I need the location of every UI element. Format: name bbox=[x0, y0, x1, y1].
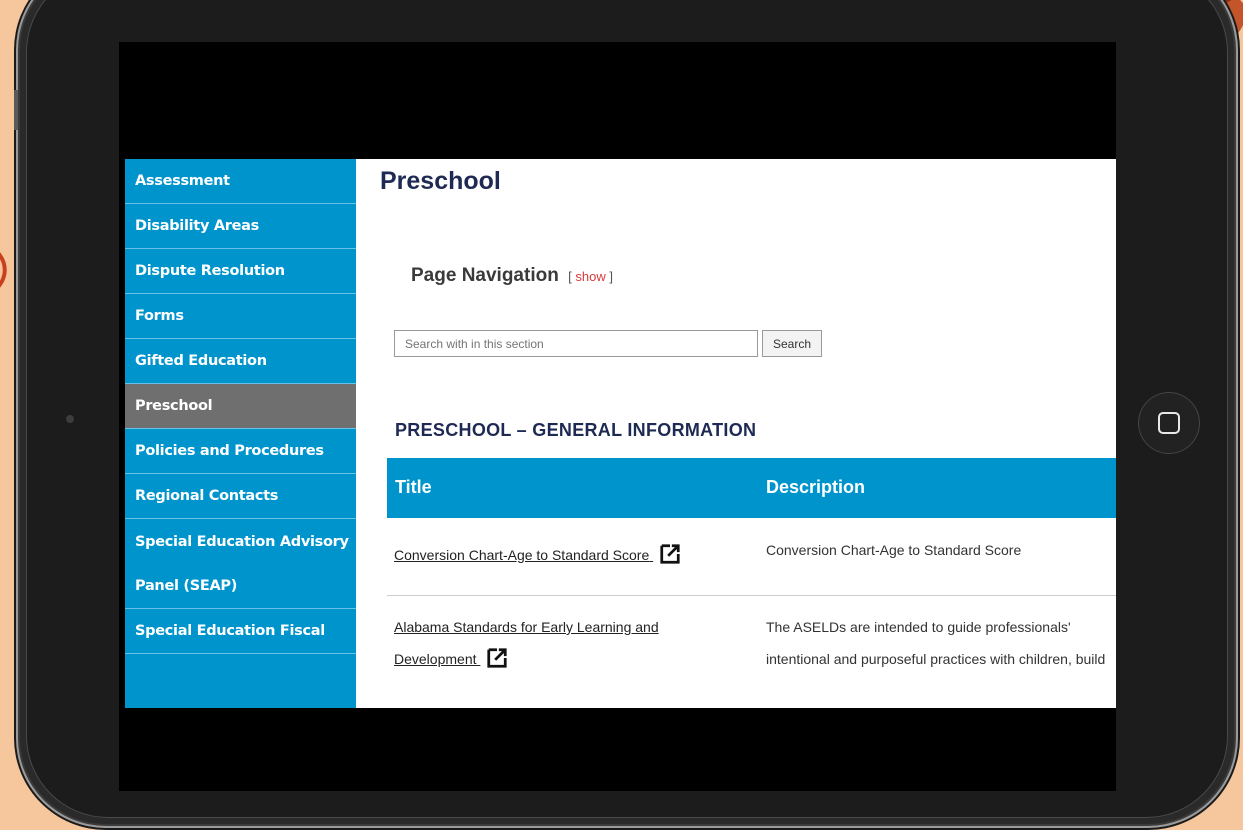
page-navigation-toggle-wrapper: [ show ] bbox=[568, 269, 613, 284]
resource-link-conversion-chart[interactable]: Conversion Chart-Age to Standard Score bbox=[394, 539, 681, 571]
home-square-icon bbox=[1158, 412, 1180, 434]
sidebar-item-special-education-fiscal[interactable]: Special Education Fiscal bbox=[125, 609, 356, 654]
table-row: Conversion Chart-Age to Standard Score C… bbox=[387, 518, 1116, 596]
sidebar-nav: Assessment Disability Areas Dispute Reso… bbox=[125, 159, 356, 708]
search-button[interactable]: Search bbox=[762, 330, 822, 357]
page-navigation: Page Navigation [ show ] bbox=[411, 265, 613, 287]
sidebar-item-gifted-education[interactable]: Gifted Education bbox=[125, 339, 356, 384]
sidebar-item-assessment[interactable]: Assessment bbox=[125, 159, 356, 204]
main-content: Preschool Page Navigation [ show ] Searc… bbox=[356, 159, 1116, 708]
section-search-input[interactable] bbox=[394, 330, 758, 357]
resource-link-text-line1: Alabama Standards for Early Learning and bbox=[394, 619, 659, 635]
tablet-screen: Assessment Disability Areas Dispute Reso… bbox=[119, 42, 1116, 791]
page-navigation-label: Page Navigation bbox=[411, 265, 559, 286]
page-navigation-show-link[interactable]: show bbox=[575, 269, 605, 284]
resource-link-text: Conversion Chart-Age to Standard Score bbox=[394, 547, 650, 563]
bracket-open: [ bbox=[568, 269, 572, 284]
sidebar-item-regional-contacts[interactable]: Regional Contacts bbox=[125, 474, 356, 519]
resource-link-text-line2: Development bbox=[394, 651, 477, 667]
sidebar-item-seap-line1[interactable]: Special Education Advisory bbox=[125, 519, 356, 564]
sidebar-item-dispute-resolution[interactable]: Dispute Resolution bbox=[125, 249, 356, 294]
external-link-icon bbox=[660, 544, 680, 564]
page-title: Preschool bbox=[380, 167, 501, 195]
sidebar-item-preschool[interactable]: Preschool bbox=[125, 384, 356, 429]
volume-button bbox=[14, 90, 18, 130]
camera-lens bbox=[66, 415, 74, 423]
leaf-edge-decoration bbox=[0, 252, 7, 288]
resource-description-line2: intentional and purposeful practices wit… bbox=[766, 651, 1106, 667]
sidebar-item-policies-and-procedures[interactable]: Policies and Procedures bbox=[125, 429, 356, 474]
resource-description-line1: The ASELDs are intended to guide profess… bbox=[766, 619, 1071, 635]
table-row: Alabama Standards for Early Learning and… bbox=[387, 596, 1116, 676]
sidebar-item-forms[interactable]: Forms bbox=[125, 294, 356, 339]
bracket-close: ] bbox=[609, 269, 613, 284]
column-header-title: Title bbox=[395, 477, 432, 497]
resource-description: Conversion Chart-Age to Standard Score bbox=[766, 542, 1022, 558]
sidebar-item-seap-line2[interactable]: Panel (SEAP) bbox=[125, 564, 356, 609]
section-heading: PRESCHOOL – GENERAL INFORMATION bbox=[395, 420, 757, 440]
table-header: Title Description bbox=[387, 458, 1116, 518]
resource-link-alabama-standards[interactable]: Alabama Standards for Early Learning and bbox=[394, 611, 659, 643]
external-link-icon bbox=[487, 648, 508, 668]
web-page: Assessment Disability Areas Dispute Reso… bbox=[125, 159, 1116, 708]
resource-table: Title Description Conversion Chart-Age t… bbox=[387, 458, 1116, 676]
column-header-description: Description bbox=[766, 477, 866, 497]
resource-link-alabama-standards-line2[interactable]: Development bbox=[394, 643, 508, 675]
sidebar-item-disability-areas[interactable]: Disability Areas bbox=[125, 204, 356, 249]
home-button[interactable] bbox=[1138, 392, 1200, 454]
